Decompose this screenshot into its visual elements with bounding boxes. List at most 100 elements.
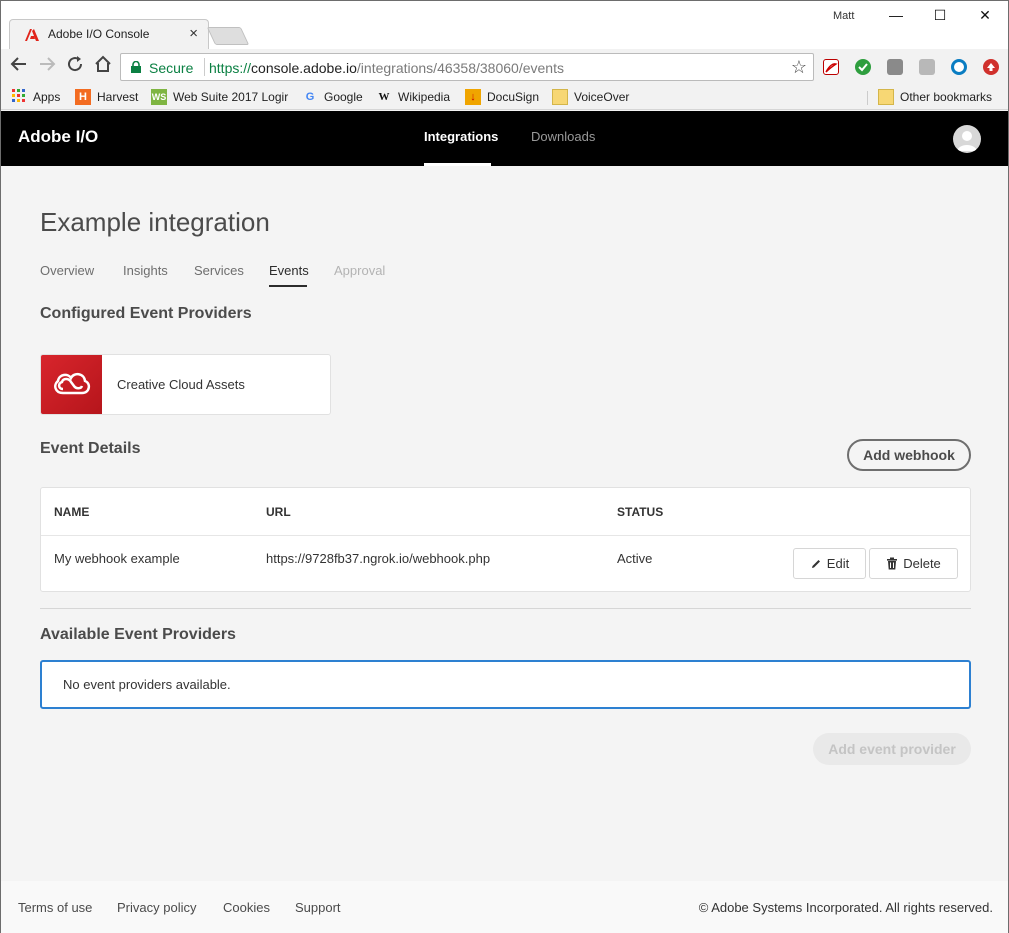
url-scheme: https:// [209, 60, 252, 76]
browser-toolbar: Secure https://console.adobe.io/integrat… [1, 49, 1008, 85]
user-icon [957, 131, 977, 151]
google-icon: G [305, 91, 315, 103]
url-path: /integrations/46358/38060/events [356, 60, 564, 76]
page-title: Example integration [40, 207, 270, 237]
avatar[interactable] [953, 125, 981, 153]
tab-approval: Approval [334, 263, 386, 278]
adobe-favicon-icon [25, 29, 39, 41]
window-close-icon[interactable]: ✕ [970, 5, 1000, 25]
bookmark-label: DocuSign [487, 90, 540, 104]
pencil-icon [811, 559, 820, 568]
footer: Terms of use Privacy policy Cookies Supp… [1, 881, 1008, 933]
section-divider [40, 608, 971, 609]
delete-label: Delete [903, 556, 941, 571]
url-divider [204, 58, 205, 76]
folder-icon [878, 89, 894, 105]
edit-label: Edit [826, 556, 850, 571]
bookmark-label: Web Suite 2017 Logir [173, 90, 289, 104]
bookmark-label: Wikipedia [398, 90, 451, 104]
copyright: © Adobe Systems Incorporated. All rights… [698, 900, 993, 915]
footer-link-privacy[interactable]: Privacy policy [117, 900, 196, 915]
back-arrow-icon[interactable] [7, 55, 31, 79]
bookmark-label: Harvest [97, 90, 139, 104]
footer-link-cookies[interactable]: Cookies [223, 900, 270, 915]
trash-icon [887, 557, 898, 570]
url-host: console.adobe.io [251, 60, 357, 76]
brand-logo[interactable]: Adobe I/O [18, 127, 98, 147]
nav-downloads[interactable]: Downloads [531, 129, 595, 144]
upload-extension-icon[interactable] [983, 59, 999, 75]
acrobat-extension-icon[interactable] [823, 59, 839, 75]
harvest-icon: H [75, 89, 91, 105]
bookmark-google[interactable]: G Google [302, 89, 363, 105]
event-details-heading: Event Details [40, 440, 141, 457]
footer-link-support[interactable]: Support [295, 900, 341, 915]
webhook-name: My webhook example [54, 551, 180, 566]
tab-events[interactable]: Events [269, 263, 309, 278]
url-text[interactable]: https://console.adobe.io/integrations/46… [209, 60, 564, 76]
bookmark-other[interactable]: Other bookmarks [878, 89, 992, 105]
check-extension-icon[interactable] [855, 59, 871, 75]
bookmark-harvest[interactable]: H Harvest [75, 89, 138, 105]
webhook-url: https://9728fb37.ngrok.io/webhook.php [266, 551, 491, 566]
column-header-name: NAME [54, 505, 90, 519]
minimize-icon[interactable]: — [881, 5, 911, 25]
column-header-url: URL [266, 505, 291, 519]
tab-insights[interactable]: Insights [123, 263, 168, 278]
available-providers-heading: Available Event Providers [40, 626, 236, 643]
bookmark-docusign[interactable]: ↓ DocuSign [465, 89, 539, 105]
provider-name: Creative Cloud Assets [117, 377, 245, 392]
available-providers-box: No event providers available. [40, 660, 971, 709]
webhook-status: Active [617, 551, 653, 566]
blue-ring-extension-icon[interactable] [951, 59, 967, 75]
nav-integrations[interactable]: Integrations [424, 129, 498, 144]
tab-overview[interactable]: Overview [40, 263, 94, 278]
apps-grid-icon [11, 89, 27, 105]
column-header-status: STATUS [617, 505, 664, 519]
provider-card[interactable]: Creative Cloud Assets [40, 354, 331, 415]
add-event-provider-button: Add event provider [813, 733, 971, 765]
delete-button[interactable]: Delete [869, 548, 958, 579]
new-tab-button[interactable] [206, 27, 250, 45]
bookmark-star-icon[interactable]: ☆ [791, 57, 807, 78]
tab-title: Adobe I/O Console [48, 27, 150, 41]
bookmark-wikipedia[interactable]: W Wikipedia [376, 89, 451, 105]
secure-label: Secure [149, 60, 194, 76]
bookmark-apps[interactable]: Apps [11, 89, 60, 105]
reload-icon[interactable] [63, 55, 87, 79]
webhook-table: NAME URL STATUS My webhook example https… [40, 487, 971, 592]
bookmark-websuite[interactable]: WS Web Suite 2017 Logir [151, 89, 288, 105]
browser-tab[interactable]: Adobe I/O Console × [9, 19, 209, 49]
footer-link-terms[interactable]: Terms of use [18, 900, 92, 915]
creative-cloud-icon [41, 355, 102, 414]
configured-providers-heading: Configured Event Providers [40, 305, 252, 322]
bookmarks-divider [867, 91, 868, 105]
home-icon[interactable] [91, 55, 115, 79]
folder-icon [552, 89, 568, 105]
tab-close-icon[interactable]: × [189, 25, 198, 42]
bookmark-voiceover[interactable]: VoiceOver [552, 89, 629, 105]
nav-active-indicator [424, 163, 491, 166]
bookmark-label: Apps [33, 90, 61, 104]
bookmark-label: Other bookmarks [900, 90, 993, 104]
wikipedia-icon: W [378, 91, 390, 103]
empty-message: No event providers available. [63, 677, 231, 692]
edit-button[interactable]: Edit [793, 548, 866, 579]
profile-name[interactable]: Matt [833, 10, 854, 22]
app-header: Adobe I/O Integrations Downloads [1, 111, 1008, 166]
docusign-icon: ↓ [465, 89, 481, 105]
maximize-icon[interactable]: ☐ [925, 5, 955, 25]
table-divider [41, 535, 970, 536]
tab-active-indicator [269, 285, 307, 287]
lock-icon [131, 61, 141, 73]
add-webhook-button[interactable]: Add webhook [847, 439, 971, 471]
browser-titlebar: Adobe I/O Console × Matt — ☐ ✕ [1, 1, 1008, 49]
address-bar[interactable]: Secure https://console.adobe.io/integrat… [120, 53, 814, 81]
bookmark-label: VoiceOver [574, 90, 630, 104]
tab-services[interactable]: Services [194, 263, 244, 278]
forward-arrow-icon[interactable] [35, 55, 59, 79]
bookmark-label: Google [324, 90, 363, 104]
gray-extension-icon[interactable] [887, 59, 903, 75]
browser-window: Adobe I/O Console × Matt — ☐ ✕ Secure ht… [0, 0, 1009, 933]
quip-extension-icon[interactable] [919, 59, 935, 75]
